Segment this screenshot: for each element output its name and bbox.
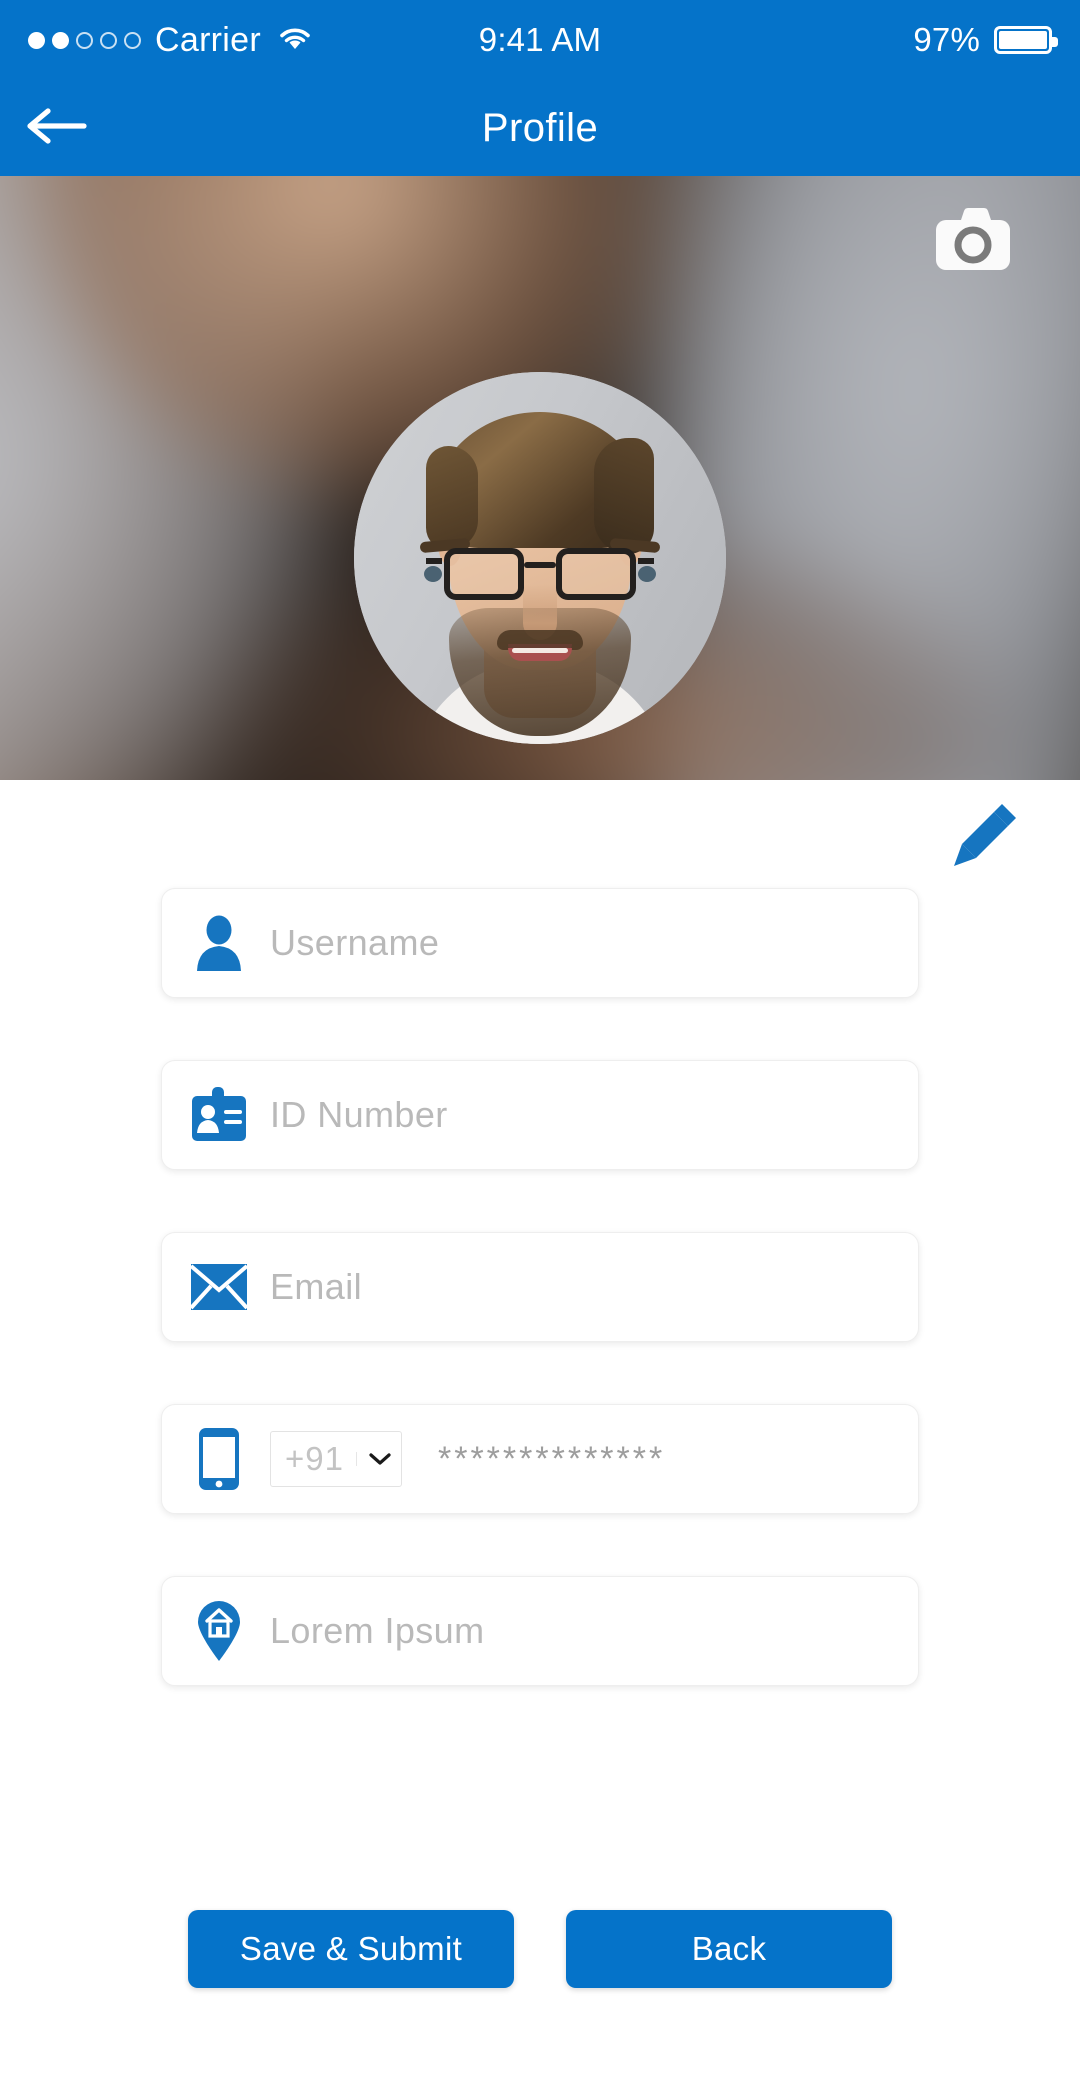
action-buttons: Save & Submit Back xyxy=(0,1910,1080,1988)
navigation-bar: Profile xyxy=(0,80,1080,176)
pencil-icon xyxy=(942,804,1018,876)
arrow-left-icon xyxy=(26,105,88,152)
battery-percent-label: 97% xyxy=(913,21,981,58)
page-title: Profile xyxy=(481,105,599,150)
home-pin-icon xyxy=(188,1600,250,1662)
battery-icon xyxy=(994,26,1059,54)
wifi-icon xyxy=(275,23,315,58)
edit-profile-button[interactable] xyxy=(942,802,1018,872)
status-bar-center: 9:41 AM xyxy=(479,21,601,59)
id-card-icon xyxy=(188,1084,250,1146)
signal-strength-icon xyxy=(28,31,141,49)
phone-field[interactable]: +91 ************** xyxy=(161,1404,919,1514)
id-number-placeholder: ID Number xyxy=(270,1094,448,1135)
profile-form: Username ID Number Email +91 ***********… xyxy=(0,780,1080,2100)
clock-label: 9:41 AM xyxy=(478,21,602,58)
person-icon xyxy=(188,912,250,974)
address-placeholder: Lorem Ipsum xyxy=(270,1610,485,1651)
email-placeholder: Email xyxy=(270,1266,363,1307)
phone-icon xyxy=(188,1428,250,1490)
envelope-icon xyxy=(188,1256,250,1318)
profile-screen: Carrier 9:41 AM 97% Profile Username ID … xyxy=(0,0,1080,2100)
avatar[interactable] xyxy=(354,372,726,744)
camera-icon xyxy=(934,208,1012,278)
id-number-field[interactable]: ID Number xyxy=(161,1060,919,1170)
country-code-select[interactable]: +91 xyxy=(270,1431,402,1487)
username-field[interactable]: Username xyxy=(161,888,919,998)
email-field[interactable]: Email xyxy=(161,1232,919,1342)
back-button-bottom[interactable]: Back xyxy=(566,1910,892,1988)
save-submit-button[interactable]: Save & Submit xyxy=(188,1910,514,1988)
back-button[interactable] xyxy=(18,97,96,159)
status-bar-left: Carrier xyxy=(28,21,479,60)
status-bar-right: 97% xyxy=(601,21,1059,59)
change-cover-photo-button[interactable] xyxy=(934,206,1012,274)
address-field[interactable]: Lorem Ipsum xyxy=(161,1576,919,1686)
username-placeholder: Username xyxy=(270,922,440,963)
profile-banner xyxy=(0,176,1080,780)
carrier-label: Carrier xyxy=(155,20,261,59)
chevron-down-icon xyxy=(355,1452,391,1466)
phone-number-value: ************** xyxy=(437,1439,666,1478)
status-bar: Carrier 9:41 AM 97% xyxy=(0,0,1080,80)
country-code-value: +91 xyxy=(285,1440,344,1477)
field-list: Username ID Number Email +91 ***********… xyxy=(0,888,1080,1748)
